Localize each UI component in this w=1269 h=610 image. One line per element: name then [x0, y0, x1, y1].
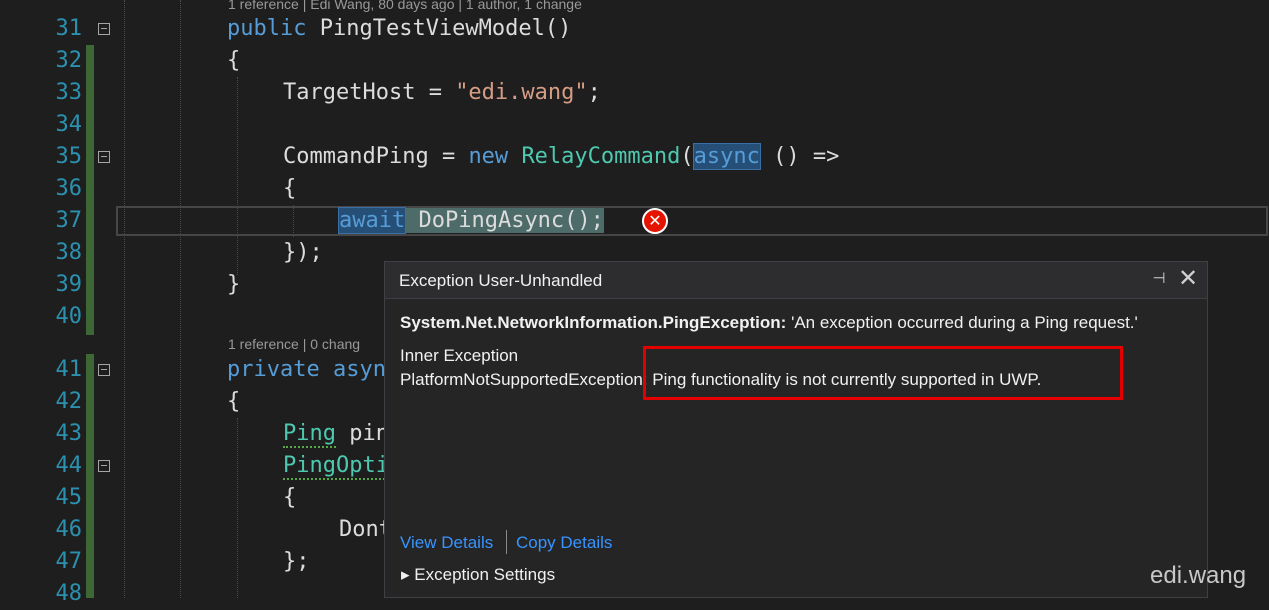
- exception-summary: System.Net.NetworkInformation.PingExcept…: [400, 313, 1138, 333]
- code-text: ;: [587, 80, 601, 105]
- code-line-41[interactable]: private asyn: [227, 354, 386, 386]
- code-line-39[interactable]: }: [227, 269, 240, 301]
- link-separator: [506, 530, 507, 554]
- code-line-35[interactable]: CommandPing = new RelayCommand(async () …: [283, 141, 839, 173]
- string-literal: "edi.wang": [455, 80, 588, 105]
- type-name: Ping: [283, 421, 336, 448]
- line-number: 45: [55, 485, 83, 510]
- line-number: 33: [55, 80, 83, 105]
- line-number: 35: [55, 144, 83, 169]
- collapse-icon[interactable]: [98, 23, 110, 35]
- keyword: public: [227, 16, 307, 41]
- line-number: 47: [55, 549, 83, 574]
- collapse-icon[interactable]: [98, 364, 110, 376]
- indent-guide: [237, 77, 238, 275]
- indent-guide: [180, 0, 181, 598]
- code-text: asyn: [319, 357, 386, 382]
- close-icon[interactable]: ✕: [1177, 266, 1199, 290]
- keyword: private: [227, 357, 320, 382]
- code-line-36[interactable]: {: [283, 173, 296, 205]
- line-number: 37: [55, 208, 83, 233]
- exception-settings-label: Exception Settings: [414, 565, 556, 584]
- code-line-38[interactable]: });: [283, 237, 323, 269]
- type-name: RelayCommand: [521, 144, 681, 169]
- popup-header: Exception User-Unhandled ⊣ ✕: [385, 262, 1207, 299]
- line-number: 31: [55, 16, 83, 41]
- code-text: () =>: [759, 144, 840, 169]
- indent-guide: [124, 0, 125, 598]
- expand-arrow-icon: ▸: [401, 565, 410, 584]
- line-number: 48: [55, 581, 83, 606]
- code-text: pin: [335, 421, 389, 446]
- code-text: PingTestViewModel(): [306, 16, 572, 41]
- code-line-45[interactable]: {: [283, 482, 296, 514]
- line-number: 43: [55, 421, 83, 446]
- exception-type: System.Net.NetworkInformation.PingExcept…: [400, 313, 787, 332]
- line-number: 41: [55, 357, 83, 382]
- code-text: TargetHost =: [283, 80, 456, 105]
- inner-exception-label: Inner Exception: [400, 346, 519, 365]
- line-number: 39: [55, 272, 83, 297]
- code-line-47[interactable]: };: [283, 546, 310, 578]
- code-line-37[interactable]: await DoPingAsync();: [337, 205, 604, 237]
- codelens-info[interactable]: 1 reference | Edi Wang, 80 days ago | 1 …: [228, 0, 582, 12]
- copy-details-link[interactable]: Copy Details: [516, 533, 612, 553]
- await-keyword-highlight: await: [337, 207, 407, 234]
- line-number: 46: [55, 517, 83, 542]
- change-indicator-bar: [86, 354, 94, 598]
- collapse-icon[interactable]: [98, 151, 110, 163]
- code-text: CommandPing =: [283, 144, 469, 169]
- line-number: 38: [55, 240, 83, 265]
- code-line-44[interactable]: PingOpti: [283, 450, 389, 482]
- view-details-link[interactable]: View Details: [400, 533, 493, 553]
- current-statement-highlight: DoPingAsync();: [405, 208, 604, 233]
- codelens-info[interactable]: 1 reference | 0 chang: [228, 336, 360, 352]
- popup-title: Exception User-Unhandled: [399, 271, 603, 290]
- exception-helper-popup[interactable]: Exception User-Unhandled ⊣ ✕ System.Net.…: [384, 261, 1208, 598]
- inner-exception-type: PlatformNotSupportedException: [400, 370, 643, 389]
- line-number: 34: [55, 112, 83, 137]
- code-line-31[interactable]: public PingTestViewModel(): [227, 13, 571, 45]
- annotation-highlight-box: [643, 346, 1123, 400]
- pin-icon[interactable]: ⊣: [1149, 270, 1169, 288]
- line-number: 32: [55, 48, 83, 73]
- exception-settings-expander[interactable]: ▸ Exception Settings: [401, 565, 555, 585]
- watermark: edi.wang: [1150, 562, 1247, 589]
- current-line-highlight: [116, 206, 1268, 236]
- line-number: 44: [55, 453, 83, 478]
- exception-message: 'An exception occurred during a Ping req…: [786, 313, 1138, 332]
- change-indicator-bar: [86, 45, 94, 335]
- code-line-42[interactable]: {: [227, 386, 240, 418]
- indent-guide: [237, 418, 238, 598]
- error-icon[interactable]: ✕: [642, 208, 668, 234]
- keyword: new: [468, 144, 509, 169]
- collapse-icon[interactable]: [98, 460, 110, 472]
- line-number: 36: [55, 176, 83, 201]
- line-number: 42: [55, 389, 83, 414]
- code-line-43[interactable]: Ping pin: [283, 418, 389, 450]
- code-line-33[interactable]: TargetHost = "edi.wang";: [283, 77, 601, 109]
- code-line-32[interactable]: {: [227, 45, 240, 77]
- type-name: PingOpti: [283, 453, 389, 480]
- line-number: 40: [55, 304, 83, 329]
- async-keyword-highlight: async: [692, 143, 761, 170]
- code-text: (: [680, 144, 694, 169]
